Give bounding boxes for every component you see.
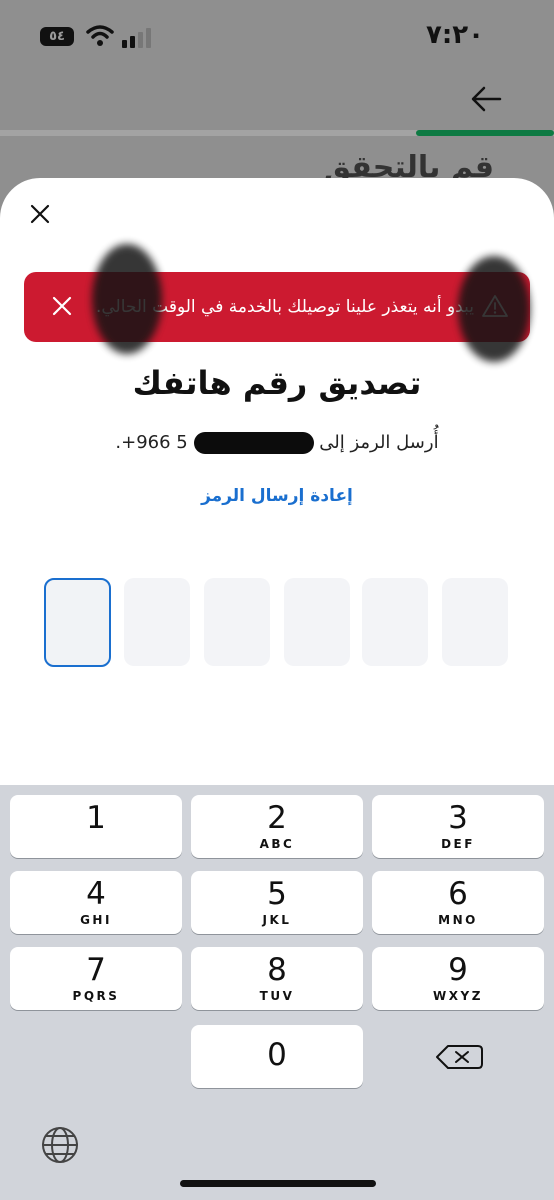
home-indicator [180,1180,376,1187]
globe-icon[interactable] [40,1125,80,1165]
key-letters: ABC [259,837,295,851]
key-digit: 6 [448,876,468,912]
key-5[interactable]: 5 JKL [191,871,363,934]
key-0[interactable]: 0 [191,1025,363,1088]
top-nav [0,70,554,130]
otp-digit-4[interactable] [284,578,350,666]
key-digit: 2 [267,800,287,836]
status-bar: ٥٤ ٧:٢٠ [0,0,554,70]
key-3[interactable]: 3 DEF [372,795,544,858]
key-letters: JKL [262,913,292,927]
resend-code-link[interactable]: إعادة إرسال الرمز [0,486,554,506]
otp-digit-3[interactable] [204,578,270,666]
sent-to-label: أُرسل الرمز إلى [319,432,439,453]
key-4[interactable]: 4 GHI [10,871,182,934]
key-1[interactable]: 1 [10,795,182,858]
key-letters: GHI [80,913,112,927]
key-2[interactable]: 2 ABC [191,795,363,858]
key-letters: TUV [259,989,295,1003]
clock: ٧:٢٠ [425,20,484,50]
key-6[interactable]: 6 MNO [372,871,544,934]
key-8[interactable]: 8 TUV [191,947,363,1010]
close-icon[interactable] [26,200,54,228]
wifi-icon [86,25,114,46]
key-digit: 4 [86,876,106,912]
battery-level: ٥٤ [49,29,65,44]
arrow-left-icon[interactable] [470,84,502,114]
redaction-mark [458,256,530,362]
key-7[interactable]: 7 PQRS [10,947,182,1010]
otp-digit-6[interactable] [442,578,508,666]
key-digit: 5 [267,876,287,912]
otp-digit-5[interactable] [362,578,428,666]
otp-input-row [44,578,514,668]
key-letters: PQRS [72,989,120,1003]
key-digit: 1 [86,800,106,836]
battery-icon: ٥٤ [40,27,74,46]
otp-digit-2[interactable] [124,578,190,666]
progress-track [0,130,554,136]
redaction-mark [92,244,162,354]
backspace-icon[interactable] [372,1025,544,1088]
otp-digit-1[interactable] [44,578,111,667]
signal-icon [122,28,151,48]
key-digit: 3 [448,800,468,836]
key-digit: 9 [448,952,468,988]
sent-to-text: أُرسل الرمز إلى +966 5. [0,432,554,454]
progress-fill [415,130,554,136]
page-title: تصديق رقم هاتفك [132,364,422,402]
numeric-keypad: 1 2 ABC 3 DEF 4 GHI 5 JKL 6 MNO 7 PQRS 8 TUV 9W… [0,785,554,1200]
redacted-phone [193,432,314,454]
key-digit: 0 [267,1037,287,1073]
key-letters: WXYZ [433,989,483,1003]
phone-number: +966 5 [121,432,188,453]
key-9[interactable]: 9 WXYZ [372,947,544,1010]
key-letters: DEF [441,837,475,851]
key-digit: 7 [86,952,106,988]
alert-close-icon[interactable] [50,294,74,318]
key-letters: MNO [438,913,478,927]
key-digit: 8 [267,952,287,988]
